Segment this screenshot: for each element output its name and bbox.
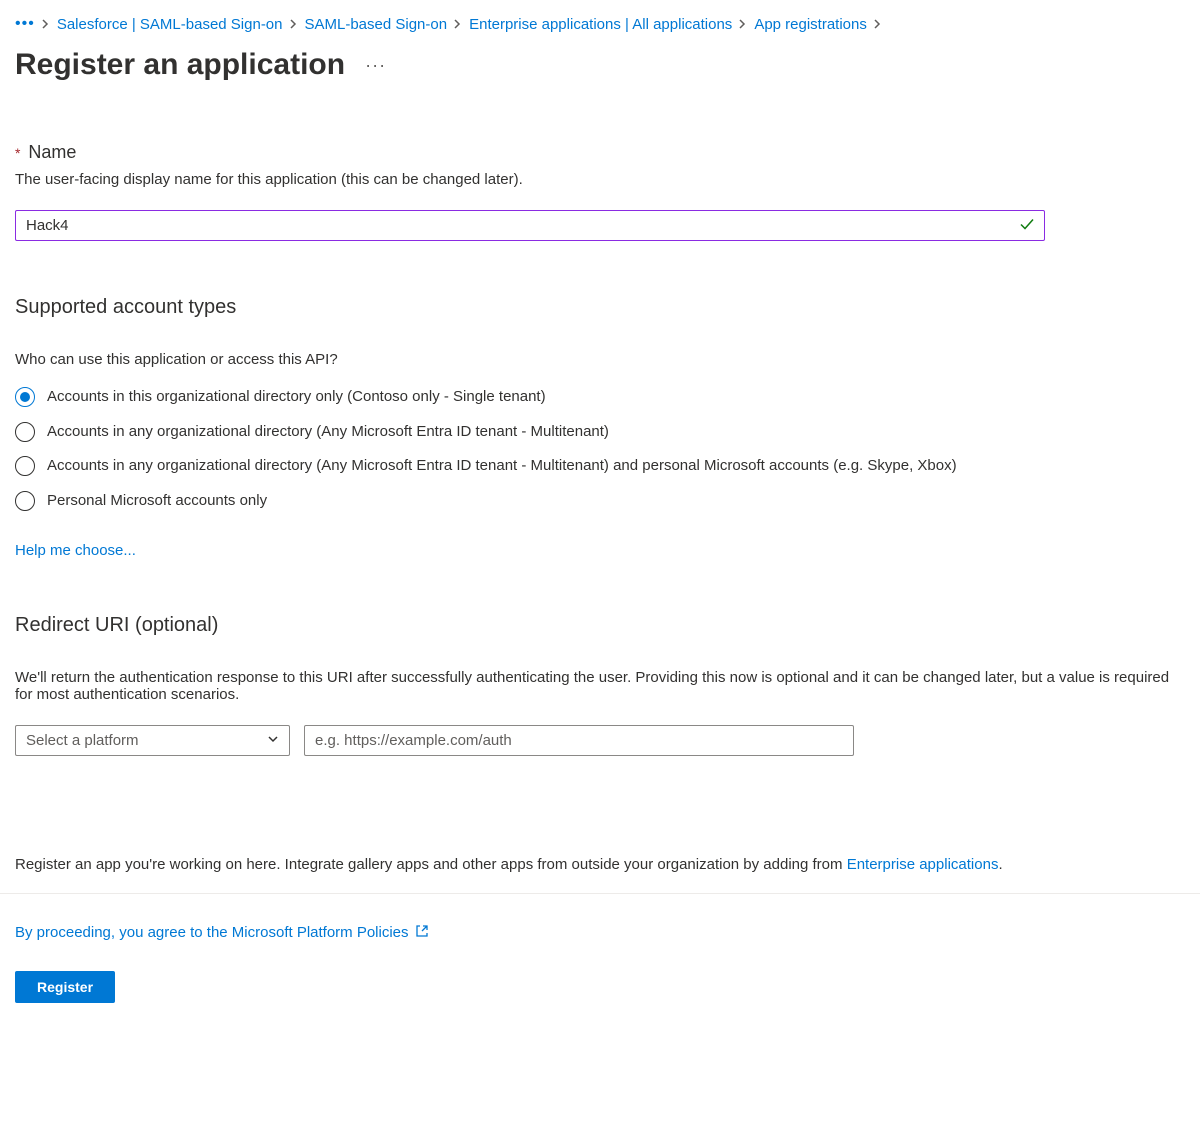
page-title-row: Register an application ··· [15,48,1185,82]
footer-note: Register an app you're working on here. … [15,856,1185,873]
name-label-row: * Name [15,142,1185,163]
radio-icon [15,387,35,407]
redirect-uri-hint: We'll return the authentication response… [15,669,1185,703]
name-label: Name [28,142,76,162]
chevron-right-icon [738,16,748,32]
redirect-uri-input[interactable] [304,725,854,756]
radio-label: Accounts in any organizational directory… [47,421,609,444]
footer-note-prefix: Register an app you're working on here. … [15,856,847,873]
breadcrumb: ••• Salesforce | SAML-based Sign-on SAML… [15,15,1185,33]
radio-icon [15,456,35,476]
radio-label: Accounts in any organizational directory… [47,455,957,478]
chevron-right-icon [289,16,299,32]
platform-policies-link[interactable]: By proceeding, you agree to the Microsof… [15,924,409,941]
more-actions-icon[interactable]: ··· [365,55,386,76]
radio-multitenant[interactable]: Accounts in any organizational directory… [15,421,1185,444]
name-hint: The user-facing display name for this ap… [15,171,1185,188]
radio-personal-only[interactable]: Personal Microsoft accounts only [15,490,1185,513]
chevron-right-icon [873,16,883,32]
required-star-icon: * [15,145,20,161]
breadcrumb-overflow-icon[interactable]: ••• [15,15,35,33]
divider [0,893,1200,894]
breadcrumb-link-salesforce[interactable]: Salesforce | SAML-based Sign-on [57,16,283,33]
page-title: Register an application [15,48,345,82]
chevron-down-icon [267,732,279,749]
name-section: * Name The user-facing display name for … [15,142,1185,241]
account-types-question: Who can use this application or access t… [15,351,1185,368]
chevron-right-icon [453,16,463,32]
name-input[interactable] [15,210,1045,241]
radio-multitenant-personal[interactable]: Accounts in any organizational directory… [15,455,1185,478]
redirect-uri-section: Redirect URI (optional) We'll return the… [15,614,1185,756]
redirect-uri-row: Select a platform [15,725,1185,756]
help-me-choose-link[interactable]: Help me choose... [15,542,136,559]
platform-select-placeholder: Select a platform [26,732,139,749]
radio-icon [15,422,35,442]
name-input-wrap [15,210,1045,241]
footer-note-suffix: . [998,856,1002,873]
chevron-right-icon [41,16,51,32]
policy-row: By proceeding, you agree to the Microsof… [15,924,1185,941]
radio-label: Personal Microsoft accounts only [47,490,267,513]
platform-select[interactable]: Select a platform [15,725,290,756]
radio-icon [15,491,35,511]
radio-single-tenant[interactable]: Accounts in this organizational director… [15,386,1185,409]
external-link-icon [415,924,429,941]
breadcrumb-link-app-registrations[interactable]: App registrations [754,16,867,33]
enterprise-applications-link[interactable]: Enterprise applications [847,856,999,873]
check-icon [1019,216,1035,235]
account-types-radio-group: Accounts in this organizational director… [15,386,1185,512]
account-types-heading: Supported account types [15,296,1185,319]
radio-label: Accounts in this organizational director… [47,386,546,409]
breadcrumb-link-saml[interactable]: SAML-based Sign-on [305,16,448,33]
breadcrumb-link-enterprise-apps[interactable]: Enterprise applications | All applicatio… [469,16,732,33]
account-types-section: Supported account types Who can use this… [15,296,1185,559]
register-button[interactable]: Register [15,971,115,1003]
redirect-uri-heading: Redirect URI (optional) [15,614,1185,637]
